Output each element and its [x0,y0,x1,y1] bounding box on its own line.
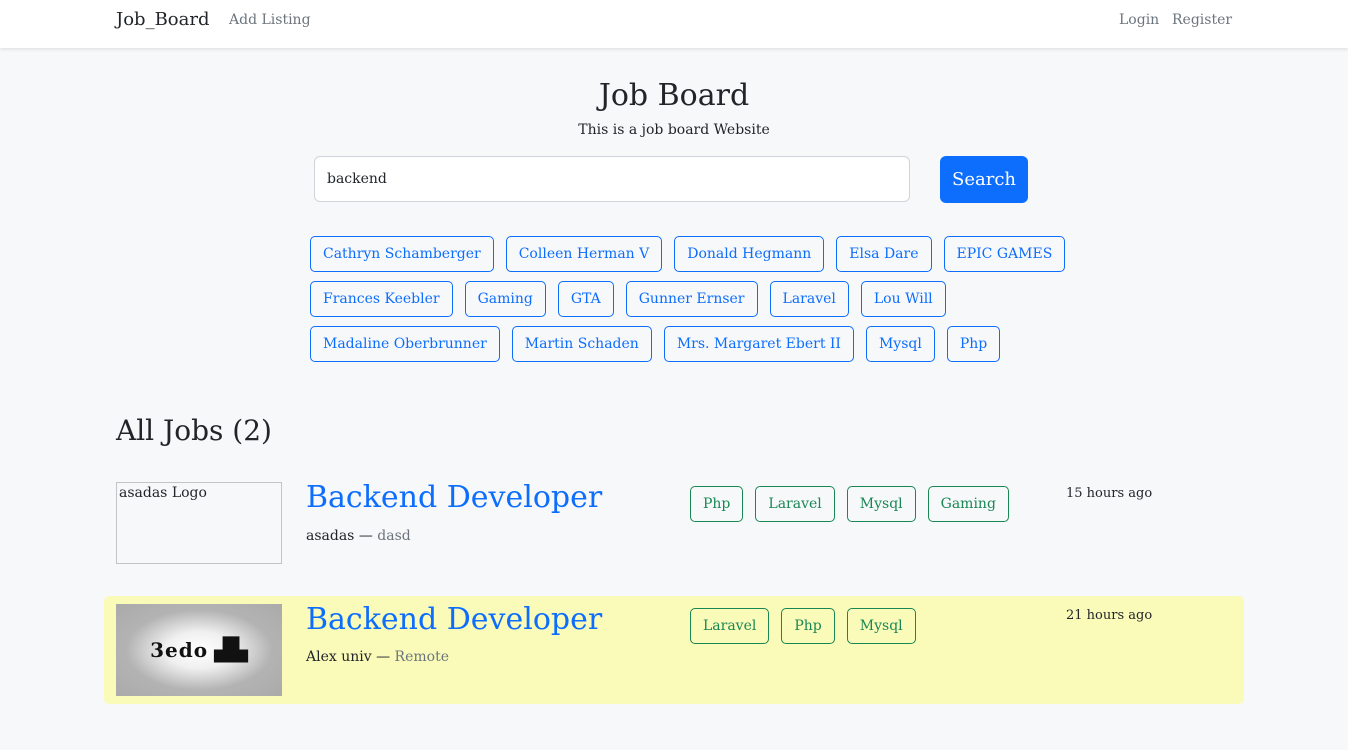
job-tag[interactable]: Mysql [846,486,916,522]
login-link[interactable]: Login [1119,12,1159,28]
tag-link[interactable]: Elsa Dare [836,236,932,272]
page-title: Job Board [598,78,750,113]
tag-link[interactable]: Frances Keebler [310,281,453,317]
tag-link[interactable]: Gunner Ernser [625,281,758,317]
tag-link[interactable]: Martin Schaden [511,326,652,362]
posted-time: 21 hours ago [1066,608,1153,623]
job-tag[interactable]: Gaming [927,486,1009,522]
separator: — [376,649,391,665]
job-card-featured: 3edo ▟▙ Backend Developer Alex univ — Re… [104,596,1244,704]
company-logo-placeholder: asadas Logo [116,482,282,564]
job-location: dasd [377,528,411,544]
logo-text: 3edo [150,638,209,662]
tag-link[interactable]: Cathryn Schamberger [310,236,494,272]
company-name: asadas [306,528,355,544]
tag-row: Madaline Oberbrunner Martin Schaden Mrs.… [310,326,1030,362]
job-tag[interactable]: Php [781,608,835,644]
separator: — [358,528,373,544]
job-meta: Alex univ — Remote [306,649,449,665]
company-name: Alex univ [306,649,372,665]
job-tag[interactable]: Laravel [755,486,835,522]
job-tag[interactable]: Laravel [690,608,770,644]
tag-link[interactable]: Mysql [865,326,935,362]
job-title-link[interactable]: Backend Developer [306,602,602,637]
company-logo: 3edo ▟▙ [116,604,282,696]
search-input[interactable] [314,156,910,202]
tag-link[interactable]: Donald Hegmann [674,236,825,272]
tag-link[interactable]: Colleen Herman V [505,236,663,272]
brand-link[interactable]: Job_Board [116,9,210,30]
tag-row: Frances Keebler Gaming GTA Gunner Ernser… [310,281,1030,317]
job-tag[interactable]: Php [690,486,744,522]
tag-link[interactable]: Php [946,326,1001,362]
tag-link[interactable]: Lou Will [860,281,946,317]
job-meta: asadas — dasd [306,528,411,544]
tag-row: Cathryn Schamberger Colleen Herman V Don… [310,236,1066,272]
job-tag[interactable]: Mysql [846,608,916,644]
add-listing-link[interactable]: Add Listing [229,12,311,28]
tag-filter-list: Cathryn Schamberger Colleen Herman V Don… [310,236,1066,371]
page-subtitle: This is a job board Website [578,122,770,138]
job-card: asadas Logo Backend Developer asadas — d… [104,474,1244,582]
posted-time: 15 hours ago [1066,486,1153,501]
job-tags: Laravel Php Mysql [690,608,916,644]
tag-link[interactable]: Mrs. Margaret Ebert II [663,326,854,362]
tag-link[interactable]: Madaline Oberbrunner [310,326,500,362]
tag-link[interactable]: Laravel [769,281,849,317]
tag-link[interactable]: EPIC GAMES [943,236,1066,272]
job-tags: Php Laravel Mysql Gaming [690,486,1009,522]
search-button[interactable]: Search [940,156,1028,203]
register-link[interactable]: Register [1172,12,1232,28]
job-title-link[interactable]: Backend Developer [306,480,602,515]
job-location: Remote [394,649,449,665]
navbar: Job_Board Add Listing Login Register [0,0,1348,48]
logo-mark-icon: ▟▙ [214,637,248,663]
tag-link[interactable]: Gaming [464,281,546,317]
jobs-heading: All Jobs (2) [116,414,272,447]
tag-link[interactable]: GTA [557,281,614,317]
